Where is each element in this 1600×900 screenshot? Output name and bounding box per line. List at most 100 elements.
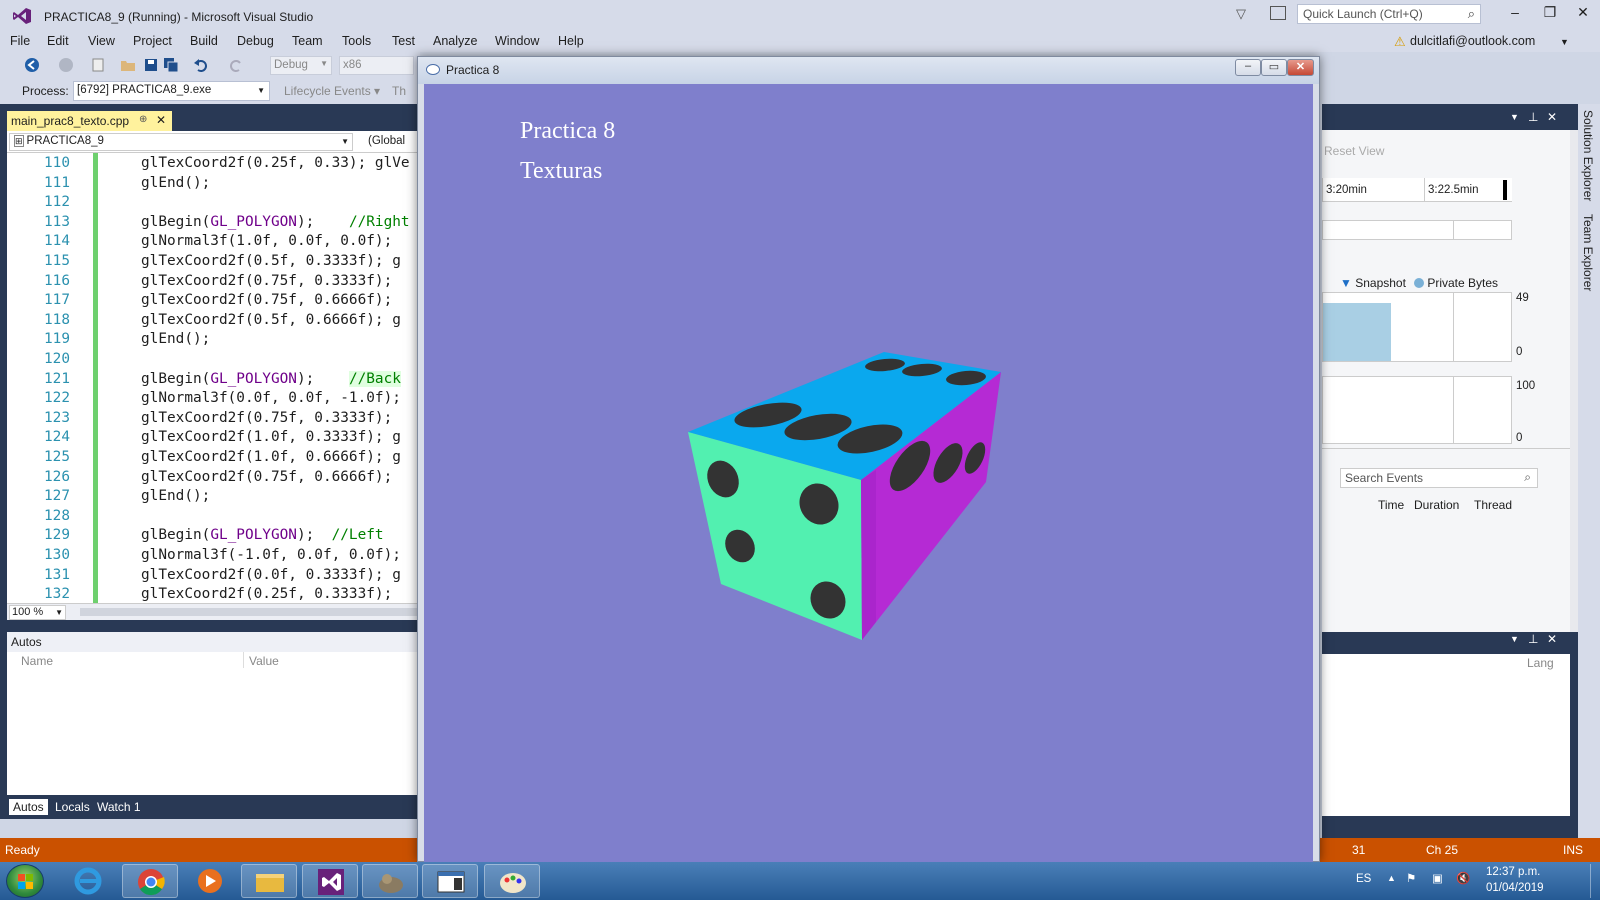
code-text: glEnd(); — [141, 488, 210, 504]
start-button[interactable] — [6, 864, 44, 898]
column-name[interactable]: Name — [21, 654, 53, 668]
chevron-down-icon[interactable]: ▼ — [1560, 37, 1569, 47]
menu-tools[interactable]: Tools — [342, 34, 371, 48]
tab-watch-1[interactable]: Watch 1 — [93, 799, 145, 815]
back-icon[interactable] — [24, 57, 40, 73]
taskbar-visual-studio[interactable] — [302, 864, 358, 898]
column-value[interactable]: Value — [249, 654, 279, 668]
account-name[interactable]: dulcitlafi@outlook.com — [1410, 34, 1535, 48]
taskbar-gimp[interactable] — [362, 864, 418, 898]
document-tab[interactable]: main_prac8_texto.cpp ⊕ ✕ — [7, 111, 172, 131]
menu-project[interactable]: Project — [133, 34, 172, 48]
minimize-button[interactable]: – — [1235, 59, 1261, 76]
pin-icon[interactable]: ⊥ — [1528, 632, 1538, 646]
line-number: 120 — [44, 351, 70, 367]
code-text: glEnd(); — [141, 331, 210, 347]
open-file-icon[interactable] — [120, 57, 136, 73]
redo-icon[interactable] — [228, 57, 244, 73]
minimize-button[interactable]: – — [1500, 4, 1530, 24]
menu-edit[interactable]: Edit — [47, 34, 69, 48]
menu-test[interactable]: Test — [392, 34, 415, 48]
autos-grid[interactable]: Name Value — [7, 652, 420, 795]
menu-help[interactable]: Help — [558, 34, 584, 48]
close-icon[interactable]: ✕ — [1547, 632, 1557, 646]
new-project-icon[interactable] — [90, 57, 106, 73]
events-track[interactable] — [1322, 220, 1512, 240]
menu-debug[interactable]: Debug — [237, 34, 274, 48]
tab-autos[interactable]: Autos — [9, 799, 48, 815]
opengl-window[interactable]: Practica 8 – ▭ ✕ Practica 8 Texturas — [417, 56, 1320, 863]
taskbar-opengl-app[interactable] — [422, 864, 478, 898]
menu-analyze[interactable]: Analyze — [433, 34, 477, 48]
feedback-icon[interactable] — [1270, 6, 1286, 20]
pin-icon[interactable]: ⊥ — [1528, 110, 1538, 124]
show-desktop-button[interactable] — [1590, 864, 1600, 898]
vertical-scrollbar[interactable] — [1570, 130, 1578, 632]
save-icon[interactable] — [143, 57, 159, 73]
column-language[interactable]: Lang — [1527, 656, 1554, 670]
pin-icon[interactable]: ⊕ — [139, 114, 147, 125]
code-token: glTexCoord2f(0.75f, 0.6666f); — [141, 292, 401, 309]
lifecycle-events-button[interactable]: Lifecycle Events ▾ — [284, 84, 380, 98]
close-button[interactable]: ✕ — [1287, 59, 1314, 76]
close-button[interactable]: ✕ — [1568, 4, 1598, 24]
restore-button[interactable]: ❐ — [1535, 4, 1565, 24]
taskbar-explorer[interactable] — [241, 864, 297, 898]
menu-view[interactable]: View — [88, 34, 115, 48]
scope-combo[interactable]: (Global — [368, 135, 405, 147]
panel-menu-icon[interactable]: ▼ — [1510, 112, 1519, 122]
code-editor[interactable]: 110 glTexCoord2f(0.25f, 0.33); glVe 111 glE… — [7, 153, 420, 603]
code-text: glTexCoord2f(0.0f, 0.3333f); g — [141, 567, 401, 583]
clock-time[interactable]: 12:37 p.m. — [1486, 866, 1540, 878]
line-number: 123 — [44, 409, 70, 426]
tab-team-explorer[interactable]: Team Explorer — [1581, 214, 1595, 291]
project-combo[interactable]: ⊞ PRACTICA8_9 ▼ — [9, 133, 353, 151]
code-token: glTexCoord2f(0.5f, 0.6666f); g — [141, 311, 401, 328]
maximize-button[interactable]: ▭ — [1261, 59, 1287, 76]
menu-build[interactable]: Build — [190, 34, 218, 48]
clock-date[interactable]: 01/04/2019 — [1486, 882, 1544, 894]
taskbar-media-player[interactable] — [182, 864, 238, 898]
column-duration[interactable]: Duration — [1414, 498, 1459, 512]
show-hidden-icons-button[interactable]: ▲ — [1387, 873, 1396, 883]
save-all-icon[interactable] — [163, 57, 179, 73]
tab-solution-explorer[interactable]: Solution Explorer — [1581, 110, 1595, 201]
paint-icon — [500, 873, 526, 893]
language-indicator[interactable]: ES — [1356, 873, 1371, 885]
menu-file[interactable]: File — [10, 34, 30, 48]
code-token: glTexCoord2f(0.0f, 0.3333f); g — [141, 566, 401, 583]
config-combo[interactable]: Debug ▼ — [270, 56, 332, 75]
filter-icon[interactable]: ▽ — [1236, 6, 1246, 22]
taskbar-paint[interactable] — [484, 864, 540, 898]
column-time[interactable]: Time — [1378, 498, 1404, 512]
platform-combo[interactable]: x86 — [339, 56, 414, 75]
volume-muted-icon[interactable]: 🔇 — [1456, 871, 1470, 885]
code-text: glTexCoord2f(0.75f, 0.3333f); — [141, 273, 401, 289]
menu-window[interactable]: Window — [495, 34, 539, 48]
menu-team[interactable]: Team — [292, 34, 323, 48]
search-events-input[interactable]: Search Events ⌕ — [1340, 468, 1538, 488]
action-center-flag-icon[interactable]: ⚑ — [1406, 871, 1416, 885]
right-lower-grid[interactable]: Lang — [1322, 654, 1570, 816]
process-combo[interactable]: [6792] PRACTICA8_9.exe ▼ — [73, 81, 270, 101]
tab-locals[interactable]: Locals — [51, 799, 94, 815]
zoom-combo[interactable]: 100 % ▼ — [9, 605, 66, 620]
taskbar-chrome[interactable] — [122, 864, 178, 898]
column-thread[interactable]: Thread — [1474, 498, 1512, 512]
taskbar-ie[interactable] — [60, 864, 116, 898]
timeline-cursor[interactable] — [1503, 180, 1507, 200]
memory-chart[interactable] — [1322, 292, 1512, 362]
undo-icon[interactable] — [193, 57, 209, 73]
close-icon[interactable]: ✕ — [1547, 110, 1557, 124]
network-icon[interactable]: ▣ — [1432, 871, 1443, 885]
opengl-titlebar[interactable]: Practica 8 – ▭ ✕ — [418, 57, 1319, 84]
close-tab-icon[interactable]: ✕ — [156, 113, 166, 127]
horizontal-scrollbar[interactable] — [80, 608, 420, 616]
quick-launch-input[interactable]: Quick Launch (Ctrl+Q) ⌕ — [1297, 4, 1481, 24]
reset-view-button[interactable]: Reset View — [1324, 144, 1384, 158]
opengl-canvas[interactable]: Practica 8 Texturas — [424, 84, 1313, 863]
timeline-ruler[interactable]: 3:20min 3:22.5min — [1322, 178, 1512, 202]
panel-menu-icon[interactable]: ▼ — [1510, 634, 1519, 644]
forward-icon[interactable] — [58, 57, 74, 73]
cpu-chart[interactable] — [1322, 376, 1512, 444]
